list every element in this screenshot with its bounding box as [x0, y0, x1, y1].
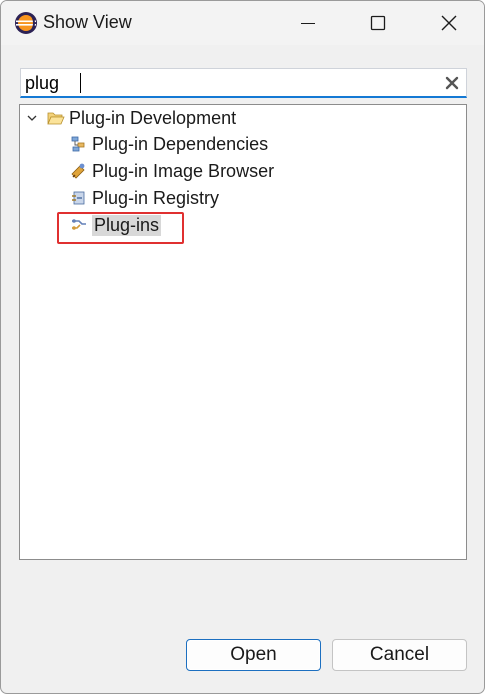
tree-item-plug-ins[interactable]: Plug-ins: [70, 213, 162, 237]
dependencies-view-icon: [71, 136, 85, 152]
cancel-button[interactable]: Cancel: [332, 639, 467, 671]
tree-item-label: Plug-in Image Browser: [92, 160, 275, 181]
tree-item-label: Plug-ins: [92, 214, 162, 236]
tree-item-plug-in-image-browser[interactable]: Plug-in Image Browser: [70, 159, 274, 183]
tree-item-label: Plug-in Registry: [92, 187, 220, 208]
filter-input-value: plug: [25, 73, 60, 93]
clear-filter-icon[interactable]: [444, 75, 460, 91]
minimize-button[interactable]: [278, 1, 338, 45]
close-button[interactable]: [419, 1, 479, 45]
tree-item-plug-in-dependencies[interactable]: Plug-in Dependencies: [70, 132, 268, 156]
image-browser-view-icon: [71, 163, 85, 179]
tree-item-plug-in-registry[interactable]: Plug-in Registry: [70, 186, 219, 210]
eclipse-icon: [15, 12, 37, 34]
folder-open-icon: [47, 112, 65, 125]
chevron-down-icon[interactable]: [27, 113, 37, 123]
tree-item-label: Plug-in Dependencies: [92, 133, 269, 154]
plugins-view-icon: [72, 219, 86, 230]
text-caret: [80, 73, 81, 93]
show-view-dialog: Show View plug Plug-in Development Plug-…: [0, 0, 485, 694]
title-bar[interactable]: Show View: [1, 1, 484, 45]
maximize-button[interactable]: [348, 1, 408, 45]
tree-category-label: Plug-in Development: [69, 107, 237, 128]
close-icon: [441, 15, 457, 31]
view-tree[interactable]: Plug-in Development Plug-in Dependencies…: [19, 104, 467, 560]
registry-view-icon: [72, 191, 85, 205]
window-title: Show View: [43, 12, 132, 32]
minimize-icon: [301, 23, 315, 24]
filter-input[interactable]: plug: [20, 68, 467, 98]
tree-category-plug-in-development[interactable]: Plug-in Development: [47, 106, 236, 130]
open-button[interactable]: Open: [186, 639, 321, 671]
maximize-icon: [370, 15, 386, 31]
